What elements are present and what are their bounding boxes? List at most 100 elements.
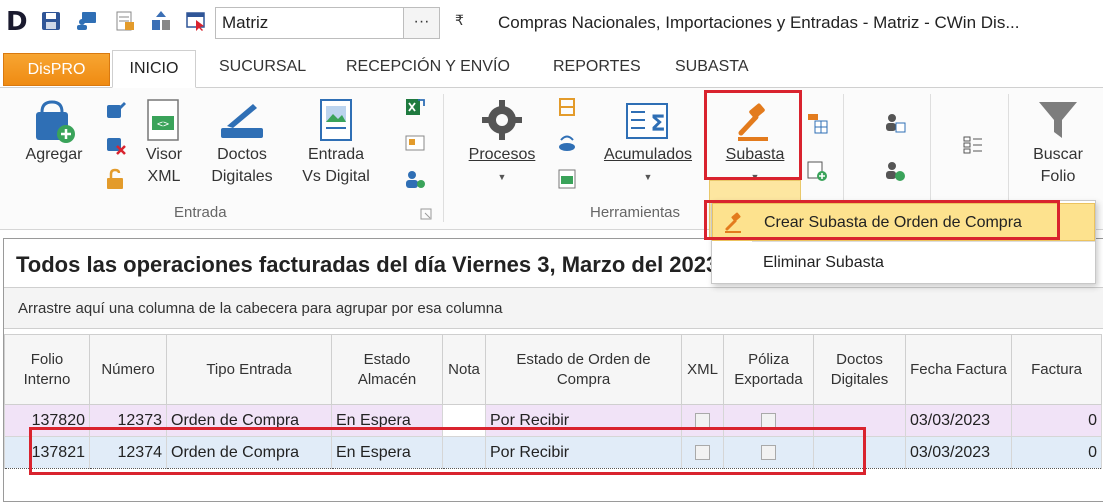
procesos-button[interactable]: Procesos ▼: [462, 98, 542, 188]
xml-checkbox[interactable]: [695, 444, 710, 460]
xml-checkbox[interactable]: [695, 412, 710, 428]
cell-doctos: [813, 436, 906, 469]
table-row[interactable]: 137821 12374 Orden de Compra En Espera P…: [4, 436, 1102, 469]
subasta-dropdown-menu: Crear Subasta de Orden de Compra Elimina…: [711, 200, 1096, 284]
table-header-row: Folio Interno Número Tipo Entrada Estado…: [4, 334, 1102, 405]
tab-inicio[interactable]: INICIO: [112, 50, 196, 88]
box-stack-icon[interactable]: [556, 96, 578, 118]
entrada-vs-label-2: Vs Digital: [302, 168, 370, 185]
doctos-label-1: Doctos: [217, 146, 267, 163]
cell-poliza: [723, 436, 814, 469]
subasta-caret-icon: ▼: [750, 172, 760, 182]
visor-xml-button[interactable]: <> Visor XML: [136, 98, 192, 188]
col-nota[interactable]: Nota: [442, 334, 486, 405]
cell-estado-oc: Por Recibir: [485, 404, 682, 437]
cell-nota: [442, 404, 486, 437]
group-by-bar[interactable]: Arrastre aquí una columna de la cabecera…: [4, 287, 1103, 329]
cell-tipo: Orden de Compra: [166, 404, 332, 437]
procesos-label: Procesos: [468, 146, 536, 163]
branch-select-button[interactable]: ···: [404, 7, 440, 39]
col-xml[interactable]: XML: [681, 334, 724, 405]
excel-export-icon[interactable]: [404, 96, 426, 118]
svg-text:<>: <>: [157, 119, 169, 130]
cell-estado-almacen: En Espera: [331, 436, 443, 469]
arrange-icon[interactable]: [150, 10, 172, 32]
col-tipo-entrada[interactable]: Tipo Entrada: [166, 334, 332, 405]
bag-delete-icon[interactable]: [104, 133, 126, 155]
acumulados-label: Acumulados: [603, 146, 693, 163]
entrada-vs-digital-button[interactable]: Entrada Vs Digital: [294, 98, 378, 188]
group-entrada-label: Entrada: [174, 204, 227, 221]
list-options-icon[interactable]: [962, 134, 984, 156]
cell-poliza: [723, 404, 814, 437]
cell-fecha: 03/03/2023: [905, 436, 1012, 469]
image-document-icon: [320, 99, 352, 141]
bag-edit-icon[interactable]: [104, 98, 126, 120]
cell-xml: [681, 436, 724, 469]
ribbon-tabs: DisPRO INICIO SUCURSAL RECEPCIÓN Y ENVÍO…: [0, 48, 1103, 88]
col-folio-interno[interactable]: Folio Interno: [4, 334, 90, 405]
unlock-icon[interactable]: [104, 168, 126, 190]
branch-select[interactable]: Matriz: [215, 7, 404, 39]
menu-item-eliminar-subasta[interactable]: Eliminar Subasta: [712, 244, 1095, 282]
tab-recepcion-envio[interactable]: RECEPCIÓN Y ENVÍO: [346, 58, 510, 76]
scanner-icon: [221, 104, 263, 138]
cell-doctos: [813, 404, 906, 437]
sum-sheet-icon: Σ: [626, 103, 668, 139]
cell-numero: 12374: [89, 436, 167, 469]
procesos-caret-icon: ▼: [497, 172, 507, 182]
col-fecha-factura[interactable]: Fecha Factura: [905, 334, 1012, 405]
col-doctos-digitales[interactable]: Doctos Digitales: [813, 334, 906, 405]
users-monitor-icon[interactable]: [76, 10, 98, 32]
cell-tipo: Orden de Compra: [166, 436, 332, 469]
xml-icon[interactable]: [556, 168, 578, 190]
agregar-button[interactable]: Agregar: [18, 98, 90, 166]
tab-dispro[interactable]: DisPRO: [3, 53, 110, 86]
cell-factura: 0: [1011, 404, 1102, 437]
document-stamp-icon[interactable]: [114, 10, 136, 32]
refresh-disk-icon[interactable]: [556, 132, 578, 154]
tab-reportes[interactable]: REPORTES: [553, 58, 641, 76]
gear-icon: [482, 100, 522, 140]
poliza-checkbox[interactable]: [761, 412, 776, 428]
doctos-label-2: Digitales: [211, 168, 273, 185]
agregar-label: Agregar: [25, 146, 83, 163]
filter-icon: [1039, 102, 1077, 138]
user-grid-icon[interactable]: [884, 112, 906, 134]
cell-xml: [681, 404, 724, 437]
poliza-checkbox[interactable]: [761, 444, 776, 460]
col-estado-orden-compra[interactable]: Estado de Orden de Compra: [485, 334, 682, 405]
app-logo: D: [6, 7, 28, 37]
save-icon[interactable]: [40, 10, 62, 32]
card-icon[interactable]: [404, 132, 426, 154]
visor-label-1: Visor: [145, 146, 183, 163]
table-row[interactable]: 137820 12373 Orden de Compra En Espera P…: [4, 404, 1102, 437]
acumulados-caret-icon: ▼: [643, 172, 653, 182]
document-add-icon[interactable]: [806, 160, 828, 182]
acumulados-button[interactable]: Σ Acumulados ▼: [594, 98, 702, 188]
doctos-digitales-button[interactable]: Doctos Digitales: [202, 98, 282, 188]
quick-access-customize[interactable]: ₹: [455, 12, 464, 29]
dialog-launcher-icon[interactable]: [420, 208, 432, 220]
gavel-grid-icon[interactable]: [806, 112, 828, 134]
tab-sucursal[interactable]: SUCURSAL: [219, 58, 306, 76]
gavel-icon: [725, 212, 741, 233]
users-gear-icon[interactable]: [404, 168, 426, 190]
grid-title: Todos las operaciones facturadas del día…: [16, 252, 719, 277]
menu-item-crear-subasta[interactable]: Crear Subasta de Orden de Compra: [712, 203, 1095, 241]
user-add-icon[interactable]: [884, 160, 906, 182]
tab-subasta[interactable]: SUBASTA: [675, 58, 749, 76]
col-poliza-exportada[interactable]: Póliza Exportada: [723, 334, 814, 405]
xml-document-icon: <>: [147, 99, 179, 141]
window-cursor-icon[interactable]: [185, 10, 207, 32]
menu-item-label: Eliminar Subasta: [763, 254, 884, 271]
col-estado-almacen[interactable]: Estado Almacén: [331, 334, 443, 405]
buscar-label-1: Buscar: [1033, 146, 1083, 163]
col-factura[interactable]: Factura: [1011, 334, 1102, 405]
group-herramientas-label: Herramientas: [590, 204, 681, 221]
buscar-folio-button[interactable]: Buscar Folio: [1022, 98, 1094, 188]
subasta-button[interactable]: Subasta ▼: [709, 100, 801, 188]
cell-factura: 0: [1011, 436, 1102, 469]
window-title: Compras Nacionales, Importaciones y Entr…: [498, 13, 1020, 32]
col-numero[interactable]: Número: [89, 334, 167, 405]
